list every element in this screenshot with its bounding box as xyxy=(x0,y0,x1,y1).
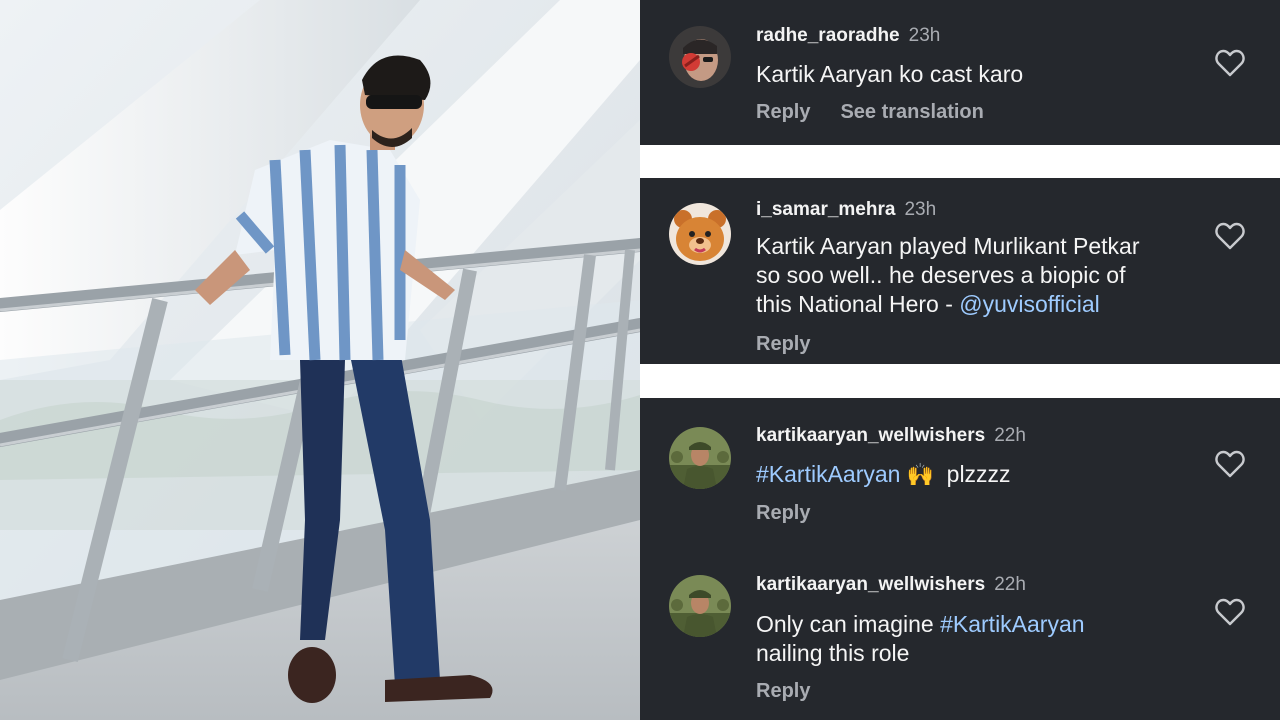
comment-text: Kartik Aaryan played Murlikant Petkar so… xyxy=(756,232,1196,319)
comment-text: #KartikAaryan 🙌 plzzzz xyxy=(756,460,1186,489)
avatar[interactable] xyxy=(669,26,731,88)
comment-meta: i_samar_mehra 23h xyxy=(756,199,936,221)
timestamp: 22h xyxy=(994,425,1026,446)
comment-card-3: kartikaaryan_wellwishers 22h #KartikAarya… xyxy=(640,398,1280,720)
comment-text-line: this National Hero - @yuvisofficial xyxy=(756,290,1196,319)
heart-outline-icon[interactable] xyxy=(1215,49,1245,77)
reply-button[interactable]: Reply xyxy=(756,502,810,524)
comment-text-line: Only can imagine #KartikAaryan xyxy=(756,610,1186,639)
comment-actions: Reply See translation xyxy=(756,101,1014,124)
reply-button[interactable]: Reply xyxy=(756,680,810,702)
timestamp: 22h xyxy=(994,574,1026,595)
comment-text-fragment: Only can imagine xyxy=(756,611,941,637)
reply-button[interactable]: Reply xyxy=(756,101,810,123)
comment-text-line: so soo well.. he deserves a biopic of xyxy=(756,262,1126,288)
comment-card-2: i_samar_mehra 23h Kartik Aaryan played Mu… xyxy=(640,178,1280,364)
username[interactable]: kartikaaryan_wellwishers xyxy=(756,425,985,446)
comment-text: Kartik Aaryan ko cast karo xyxy=(756,61,1024,87)
username[interactable]: kartikaaryan_wellwishers xyxy=(756,574,985,595)
comment-text-fragment: plzzzz xyxy=(946,461,1011,487)
timestamp: 23h xyxy=(904,199,937,220)
hashtag-link[interactable]: #KartikAaryan xyxy=(756,461,900,487)
comment-actions: Reply xyxy=(756,502,840,525)
heart-outline-icon[interactable] xyxy=(1215,222,1245,250)
comment-text-line: Kartik Aaryan played Murlikant Petkar xyxy=(756,233,1140,259)
comment-meta: kartikaaryan_wellwishers 22h xyxy=(756,425,1026,447)
avatar[interactable] xyxy=(669,203,731,265)
comment-text: Only can imagine #KartikAaryan nailing t… xyxy=(756,610,1186,668)
comment-meta: kartikaaryan_wellwishers 22h xyxy=(756,574,1026,596)
hashtag-link[interactable]: #KartikAaryan xyxy=(940,611,1084,637)
avatar[interactable] xyxy=(669,427,731,489)
comment-text-line: nailing this role xyxy=(756,640,910,666)
comment-text-fragment: this National Hero - xyxy=(756,291,960,317)
heart-outline-icon[interactable] xyxy=(1215,450,1245,478)
promo-photo xyxy=(0,0,640,720)
comment-actions: Reply xyxy=(756,333,840,356)
heart-outline-icon[interactable] xyxy=(1215,598,1245,626)
username[interactable]: i_samar_mehra xyxy=(756,199,895,220)
comment-actions: Reply xyxy=(756,680,840,703)
see-translation-button[interactable]: See translation xyxy=(840,101,983,123)
avatar[interactable] xyxy=(669,575,731,637)
comment-meta: radhe_raoradhe 23h xyxy=(756,25,940,47)
timestamp: 23h xyxy=(908,25,941,46)
comment-card-1: radhe_raoradhe 23h Kartik Aaryan ko cast … xyxy=(640,0,1280,145)
raising-hands-emoji: 🙌 xyxy=(906,462,935,487)
reply-button[interactable]: Reply xyxy=(756,333,810,355)
mention-link[interactable]: @yuvisofficial xyxy=(959,291,1100,317)
username[interactable]: radhe_raoradhe xyxy=(756,25,900,46)
